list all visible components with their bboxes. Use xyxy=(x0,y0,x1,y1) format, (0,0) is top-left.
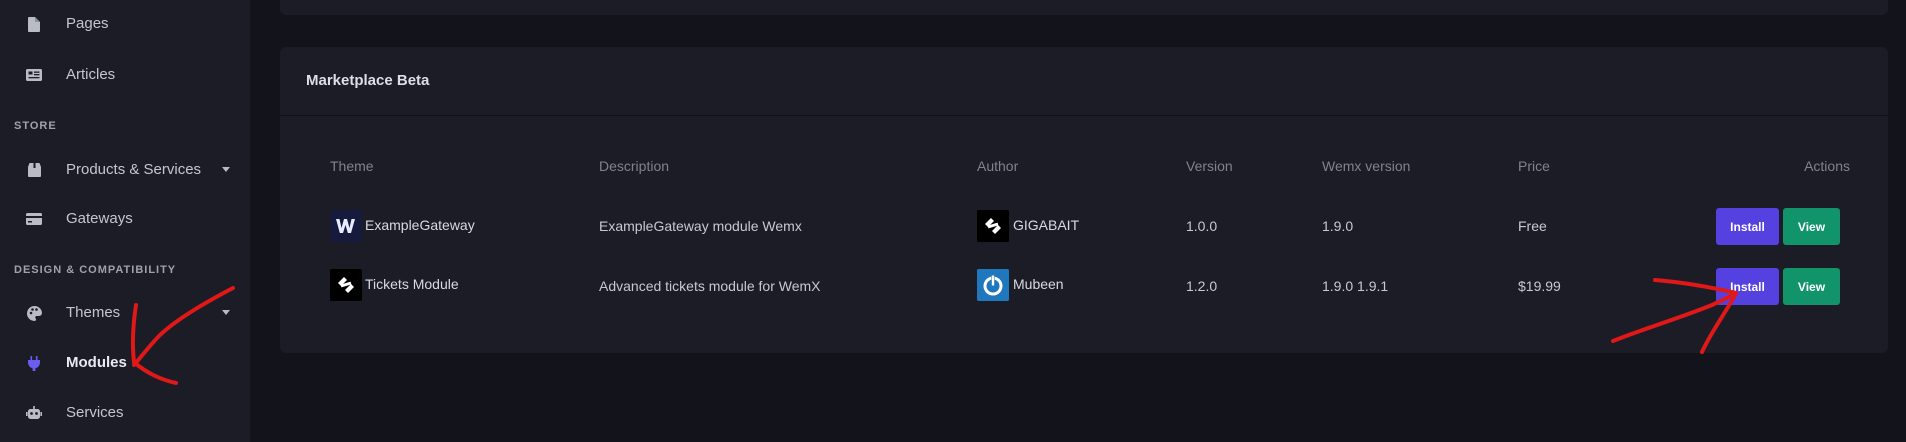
newspaper-icon xyxy=(26,67,42,83)
credit-card-icon xyxy=(26,211,42,227)
gigabait-logo-icon xyxy=(977,210,1009,242)
price: $19.99 xyxy=(1518,278,1561,294)
chevron-down-icon[interactable] xyxy=(222,167,230,172)
install-button[interactable]: Install xyxy=(1716,208,1779,245)
price: Free xyxy=(1518,218,1547,234)
section-title-design: DESIGN & COMPATIBILITY xyxy=(14,264,177,276)
description: ExampleGateway module Wemx xyxy=(599,218,802,234)
sidebar: Pages Articles STORE Products & Services… xyxy=(0,0,250,442)
column-header-version: Version xyxy=(1186,158,1233,174)
author-name: GIGABAIT xyxy=(1013,217,1080,233)
theme-name: ExampleGateway xyxy=(365,217,475,233)
author-name: Mubeen xyxy=(1013,276,1064,292)
install-button[interactable]: Install xyxy=(1716,268,1779,305)
sidebar-item-articles[interactable]: Articles xyxy=(0,55,250,95)
file-icon xyxy=(26,16,42,32)
tickets-logo-icon xyxy=(330,269,362,301)
robot-icon xyxy=(26,405,42,421)
column-header-price: Price xyxy=(1518,158,1550,174)
sidebar-item-pages[interactable]: Pages xyxy=(0,4,250,44)
column-header-theme: Theme xyxy=(330,158,374,174)
section-title-store: STORE xyxy=(14,120,57,132)
sidebar-item-label: Gateways xyxy=(66,210,133,227)
version: 1.2.0 xyxy=(1186,278,1218,294)
previous-card xyxy=(280,0,1888,15)
marketplace-card: Marketplace Beta Theme Description Autho… xyxy=(280,47,1888,353)
description: Advanced tickets module for WemX xyxy=(599,278,821,294)
sidebar-item-modules[interactable]: Modules xyxy=(0,343,250,383)
w-logo-icon xyxy=(330,210,362,242)
sidebar-item-label: Services xyxy=(66,404,124,421)
view-button[interactable]: View xyxy=(1783,208,1840,245)
card-title: Marketplace Beta xyxy=(306,72,430,89)
wemx-version: 1.9.0 xyxy=(1322,218,1354,234)
plug-icon xyxy=(26,355,42,371)
sidebar-item-themes[interactable]: Themes xyxy=(0,293,250,333)
palette-icon xyxy=(26,305,42,321)
card-header: Marketplace Beta xyxy=(280,47,1888,116)
sidebar-item-gateways[interactable]: Gateways xyxy=(0,199,250,239)
power-logo-icon xyxy=(977,269,1009,301)
column-header-description: Description xyxy=(599,158,670,174)
sidebar-item-label: Articles xyxy=(66,66,116,83)
column-header-actions: Actions xyxy=(1804,158,1850,174)
column-header-author: Author xyxy=(977,158,1019,174)
chevron-down-icon[interactable] xyxy=(222,310,230,315)
wemx-version: 1.9.0 1.9.1 xyxy=(1322,278,1389,294)
box-icon xyxy=(26,162,42,178)
sidebar-item-label: Pages xyxy=(66,15,109,32)
view-button[interactable]: View xyxy=(1783,268,1840,305)
version: 1.0.0 xyxy=(1186,218,1218,234)
sidebar-item-label: Themes xyxy=(66,304,121,321)
sidebar-item-products-services[interactable]: Products & Services xyxy=(0,150,250,190)
sidebar-item-label: Products & Services xyxy=(66,161,202,178)
sidebar-item-label: Modules xyxy=(66,354,127,371)
sidebar-item-services[interactable]: Services xyxy=(0,393,250,433)
column-header-wemx-version: Wemx version xyxy=(1322,158,1411,174)
theme-name: Tickets Module xyxy=(365,276,459,292)
